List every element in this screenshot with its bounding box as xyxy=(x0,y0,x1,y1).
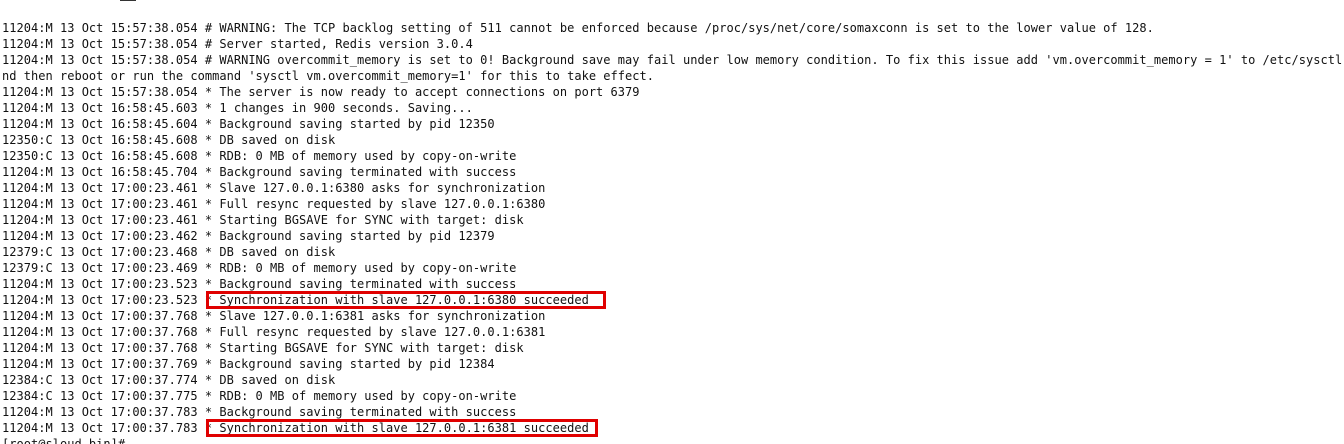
log-line: 12384:C 13 Oct 17:00:37.775 * RDB: 0 MB … xyxy=(2,389,517,403)
log-line: 11204:M 13 Oct 15:57:38.054 # WARNING: T… xyxy=(2,21,1154,35)
shell-prompt[interactable]: [root@sloud bin]# xyxy=(2,436,125,444)
log-line: 11204:M 13 Oct 15:57:38.054 * The server… xyxy=(2,85,640,99)
log-line: 11204:M 13 Oct 15:57:38.054 # Server sta… xyxy=(2,37,473,51)
log-line: 11204:M 13 Oct 17:00:37.769 * Background… xyxy=(2,357,495,371)
log-line: 11204:M 13 Oct 16:58:45.604 * Background… xyxy=(2,117,495,131)
log-line: 11204:M 13 Oct 17:00:23.462 * Background… xyxy=(2,229,495,243)
log-line: 11204:M 13 Oct 17:00:37.768 * Starting B… xyxy=(2,341,524,355)
log-line: 11204:M 13 Oct 17:00:23.523 * Background… xyxy=(2,277,517,291)
log-line: 11204:M 13 Oct 17:00:23.461 * Slave 127.… xyxy=(2,181,546,195)
log-line: 11204:M 13 Oct 16:58:45.603 * 1 changes … xyxy=(2,101,473,115)
log-line: 11204:M 13 Oct 16:58:45.704 * Background… xyxy=(2,165,517,179)
log-line: nd then reboot or run the command 'sysct… xyxy=(2,69,655,83)
log-line: 12379:C 13 Oct 17:00:23.469 * RDB: 0 MB … xyxy=(2,261,517,275)
log-line: 11204:M 13 Oct 17:00:37.768 * Slave 127.… xyxy=(2,309,546,323)
log-line: 11204:M 13 Oct 15:57:38.054 # WARNING ov… xyxy=(2,53,1344,67)
highlight-box-sync-6380 xyxy=(206,291,606,309)
log-line: 11204:M 13 Oct 17:00:23.461 * Full resyn… xyxy=(2,197,546,211)
log-line: 11204:M 13 Oct 17:00:37.768 * Full resyn… xyxy=(2,325,546,339)
cursor-fragment xyxy=(120,0,136,5)
terminal-window[interactable]: 11204:M 13 Oct 15:57:38.054 # WARNING: T… xyxy=(0,0,1344,444)
highlight-box-sync-6381 xyxy=(206,419,598,437)
log-line: 12350:C 13 Oct 16:58:45.608 * RDB: 0 MB … xyxy=(2,149,517,163)
log-line: 12379:C 13 Oct 17:00:23.468 * DB saved o… xyxy=(2,245,336,259)
log-line: 11204:M 13 Oct 17:00:23.461 * Starting B… xyxy=(2,213,524,227)
log-line: 11204:M 13 Oct 17:00:37.783 * Background… xyxy=(2,405,517,419)
log-line: 12350:C 13 Oct 16:58:45.608 * DB saved o… xyxy=(2,133,336,147)
log-line: 12384:C 13 Oct 17:00:37.774 * DB saved o… xyxy=(2,373,336,387)
